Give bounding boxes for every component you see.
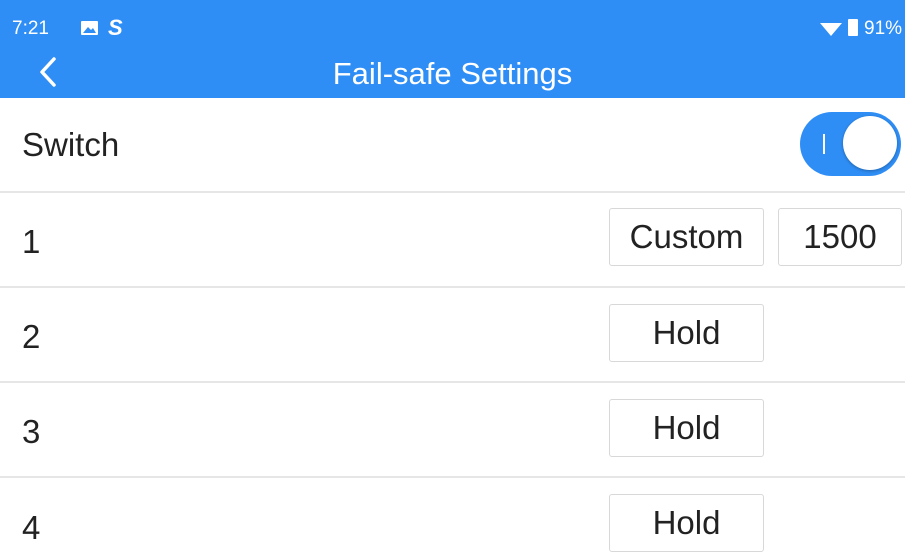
page-title: Fail-safe Settings: [332, 56, 573, 91]
channel-1-value-field[interactable]: 1500: [778, 208, 902, 266]
switch-row: Switch: [0, 98, 905, 193]
toggle-on-mark: [823, 134, 825, 154]
battery-icon: [848, 19, 858, 36]
channel-4-mode-button[interactable]: Hold: [609, 494, 764, 552]
channel-row-4: 4 Hold: [0, 478, 905, 552]
channel-row-3: 3 Hold: [0, 383, 905, 478]
channel-2-mode-button[interactable]: Hold: [609, 304, 764, 362]
switch-label: Switch: [22, 126, 120, 163]
status-time: 7:21: [12, 18, 49, 39]
channel-label: 2: [22, 318, 41, 355]
failsafe-toggle[interactable]: [800, 112, 901, 176]
channel-1-mode-button[interactable]: Custom: [609, 208, 764, 266]
channel-row-2: 2 Hold: [0, 288, 905, 383]
app-bar: 7:21 S 91% Fail-safe Settings: [0, 0, 905, 98]
channel-label: 1: [22, 223, 41, 260]
image-icon: [81, 21, 98, 35]
channel-label: 4: [22, 509, 41, 546]
channel-3-mode-button[interactable]: Hold: [609, 399, 764, 457]
wifi-icon: [820, 23, 842, 36]
channel-row-1: 1 Custom 1500: [0, 193, 905, 288]
s-app-icon: S: [108, 15, 123, 40]
channel-label: 3: [22, 413, 41, 450]
toggle-knob: [843, 116, 897, 170]
battery-percent: 91%: [864, 18, 903, 39]
